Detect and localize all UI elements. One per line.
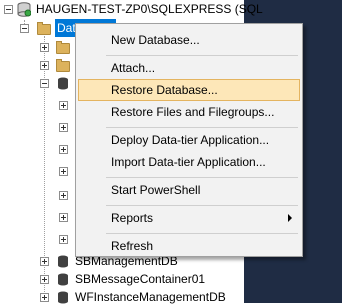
server-node[interactable]: HAUGEN-TEST-ZP0\SQLEXPRESS (SQL <box>0 0 263 18</box>
menu-separator <box>106 233 298 234</box>
menu-item-label: Attach... <box>111 61 156 75</box>
tree-item-label: SBMessageContainer01 <box>75 272 206 286</box>
menu-separator <box>106 205 298 206</box>
menu-item-label: Restore Database... <box>111 83 218 97</box>
menu-separator <box>106 127 298 128</box>
database-icon <box>58 77 68 90</box>
menu-item-restore-files-filegroups[interactable]: Restore Files and Filegroups... <box>78 101 300 123</box>
submenu-arrow-icon <box>288 214 292 222</box>
menu-item-label: Refresh <box>111 239 154 253</box>
expand-icon[interactable] <box>59 167 68 176</box>
database-icon <box>58 291 68 304</box>
menu-item-new-database[interactable]: New Database... <box>78 29 300 51</box>
tree-item[interactable] <box>0 118 75 136</box>
menu-item-label: Start PowerShell <box>111 183 201 197</box>
tree-item-sbmessagecontainer01[interactable]: SBMessageContainer01 <box>0 270 244 288</box>
expand-icon[interactable] <box>59 213 68 222</box>
folder-icon <box>56 41 70 54</box>
database-icon <box>58 255 68 268</box>
collapse-icon[interactable] <box>20 24 29 33</box>
tree-item[interactable] <box>0 186 75 204</box>
expand-icon[interactable] <box>59 101 68 110</box>
menu-separator <box>106 55 298 56</box>
menu-item-restore-database[interactable]: Restore Database... <box>78 79 300 101</box>
menu-item-label: Deploy Data-tier Application... <box>111 133 270 147</box>
menu-item-reports[interactable]: Reports <box>78 207 300 229</box>
menu-item-import-data-tier[interactable]: Import Data-tier Application... <box>78 151 300 173</box>
expand-icon[interactable] <box>40 293 49 302</box>
menu-item-start-powershell[interactable]: Start PowerShell <box>78 179 300 201</box>
server-label: HAUGEN-TEST-ZP0\SQLEXPRESS (SQL <box>36 2 263 16</box>
tree-item[interactable] <box>0 96 75 114</box>
menu-item-label: New Database... <box>111 33 200 47</box>
expand-icon[interactable] <box>40 275 49 284</box>
database-icon <box>58 273 68 286</box>
folder-icon <box>56 59 70 72</box>
expand-icon[interactable] <box>59 145 68 154</box>
menu-item-refresh[interactable]: Refresh <box>78 235 300 257</box>
menu-separator <box>106 177 298 178</box>
collapse-icon[interactable] <box>4 5 13 14</box>
menu-item-deploy-data-tier[interactable]: Deploy Data-tier Application... <box>78 129 300 151</box>
tree-item[interactable] <box>0 162 75 180</box>
expand-icon[interactable] <box>59 123 68 132</box>
menu-item-label: Restore Files and Filegroups... <box>111 105 275 119</box>
tree-item-label: WFInstanceManagementDB <box>75 290 226 304</box>
expand-icon[interactable] <box>59 235 68 244</box>
tree-item[interactable] <box>0 230 75 248</box>
menu-item-label: Reports <box>111 211 154 225</box>
expand-icon[interactable] <box>59 191 68 200</box>
expand-icon[interactable] <box>40 61 49 70</box>
collapse-icon[interactable] <box>40 79 49 88</box>
expand-icon[interactable] <box>40 43 49 52</box>
menu-item-attach[interactable]: Attach... <box>78 57 300 79</box>
server-icon <box>17 2 31 17</box>
tree-item-wfinstancemanagementdb[interactable]: WFInstanceManagementDB <box>0 288 244 306</box>
tree-item[interactable] <box>0 140 75 158</box>
folder-icon <box>37 22 51 35</box>
context-menu: New Database... Attach... Restore Databa… <box>75 23 303 257</box>
menu-item-label: Import Data-tier Application... <box>111 155 266 169</box>
expand-icon[interactable] <box>40 257 49 266</box>
tree-item[interactable] <box>0 208 75 226</box>
